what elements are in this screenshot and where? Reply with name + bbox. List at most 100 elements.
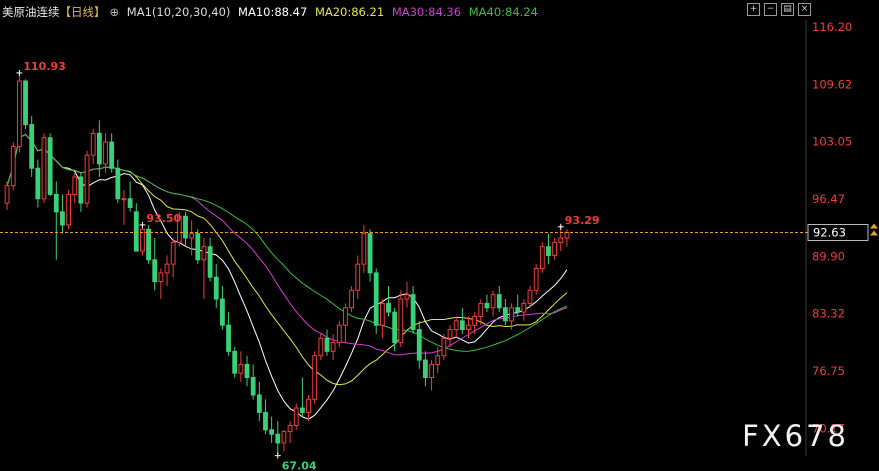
y-tick-label: 76.75 <box>812 364 845 378</box>
y-tick-label: 83.32 <box>812 307 845 321</box>
candle-body <box>466 324 471 331</box>
candle-body <box>416 329 422 361</box>
candle-body <box>484 302 490 309</box>
candle-body <box>373 272 379 326</box>
candle-body <box>29 124 35 169</box>
candle-body <box>23 80 28 126</box>
chart-annotations: 92.63 110.93 93.50 93.29 67.04 <box>0 60 878 471</box>
candle-body <box>213 276 219 300</box>
candle-body <box>47 137 53 195</box>
zoom-in-icon[interactable]: + <box>747 3 760 16</box>
period-label: 【日线】 <box>59 5 106 19</box>
candle-body <box>429 363 434 379</box>
candle-body <box>170 241 176 265</box>
candle-body <box>355 263 361 291</box>
candle-body <box>201 246 207 261</box>
extreme-label: 93.50 <box>146 212 181 225</box>
candle-body <box>269 429 275 435</box>
chart-header: 美原油连续【日线】 ⊕ MA1(10,20,30,40) MA10:88.47 M… <box>2 4 542 20</box>
candle-body <box>275 433 281 444</box>
candle-body <box>60 211 65 226</box>
ma30-value: MA30:84.36 <box>391 5 462 19</box>
settings-icon[interactable]: ▤ <box>781 3 794 16</box>
candle-body <box>312 355 318 400</box>
ma10-line <box>6 133 568 420</box>
candle-body <box>367 233 373 274</box>
candle-body <box>189 233 195 239</box>
y-tick-label: 109.62 <box>812 77 852 91</box>
candle-body <box>238 363 244 374</box>
candle-body <box>558 237 564 243</box>
candle-body <box>306 398 311 413</box>
candle-body <box>447 329 453 339</box>
ma30-line <box>6 133 568 356</box>
candles <box>4 72 570 456</box>
watermark: FX678 <box>742 419 849 453</box>
candle-body <box>459 320 465 331</box>
close-icon[interactable]: × <box>798 3 811 16</box>
candle-body <box>263 411 268 431</box>
candle-body <box>96 132 102 165</box>
candle-body <box>490 294 496 309</box>
candle-body <box>496 294 502 309</box>
candle-body <box>127 198 133 208</box>
candle-body <box>250 377 256 396</box>
symbol-name: 美原油连续 <box>2 5 60 19</box>
candle-body <box>336 324 342 344</box>
candle-body <box>183 215 188 239</box>
candle-body <box>299 407 305 413</box>
candle-body <box>324 337 330 352</box>
candle-body <box>195 233 201 261</box>
candle-body <box>404 294 410 300</box>
y-tick-label: 116.20 <box>812 20 852 34</box>
ma40-line <box>6 133 568 352</box>
candle-body <box>90 132 96 156</box>
candle-body <box>392 311 398 344</box>
candle-body <box>539 246 545 270</box>
candle-body <box>103 141 108 165</box>
crosshair-icon[interactable]: ⊕ <box>110 5 120 19</box>
candle-body <box>121 198 127 201</box>
candle-body <box>472 315 478 326</box>
candle-body <box>10 145 16 187</box>
ma40-value: MA40:84.24 <box>468 5 538 19</box>
candle-body <box>226 324 231 352</box>
candle-body <box>16 80 22 147</box>
candle-body <box>41 137 47 200</box>
candle-body <box>244 363 250 379</box>
ma10-value: MA10:88.47 <box>238 5 308 19</box>
candle-body <box>533 268 539 291</box>
candle-body <box>546 246 551 256</box>
candle-body <box>435 355 441 365</box>
candle-body <box>478 302 484 317</box>
candle-body <box>146 228 151 261</box>
candle-body <box>232 350 238 374</box>
candle-body <box>72 176 78 195</box>
candle-body <box>287 424 293 433</box>
candle-body <box>133 211 139 252</box>
y-tick-label: 89.90 <box>812 249 845 263</box>
candle-body <box>349 289 355 309</box>
candle-body <box>109 141 115 169</box>
candle-body <box>398 298 404 344</box>
candle-body <box>78 176 84 204</box>
candle-body <box>84 154 90 204</box>
candle-body <box>164 263 170 274</box>
candlestick-chart: 116.20109.62103.0596.4789.9083.3276.7570… <box>0 20 878 471</box>
zoom-out-icon[interactable]: − <box>764 3 777 16</box>
ma20-line <box>6 133 568 386</box>
candle-body <box>552 241 558 256</box>
candle-body <box>423 359 428 379</box>
indicator-label: MA1(10,20,30,40) <box>126 5 231 19</box>
candle-body <box>53 193 59 213</box>
candle-body <box>256 394 262 413</box>
y-tick-label: 96.47 <box>812 192 845 206</box>
candle-body <box>66 193 72 226</box>
candle-body <box>527 289 533 304</box>
candle-body <box>35 167 41 200</box>
current-price-label: 92.63 <box>813 226 846 240</box>
extreme-label: 67.04 <box>282 460 317 471</box>
candle-body <box>379 302 385 326</box>
extreme-label: 93.29 <box>565 214 600 227</box>
candle-body <box>521 302 527 313</box>
